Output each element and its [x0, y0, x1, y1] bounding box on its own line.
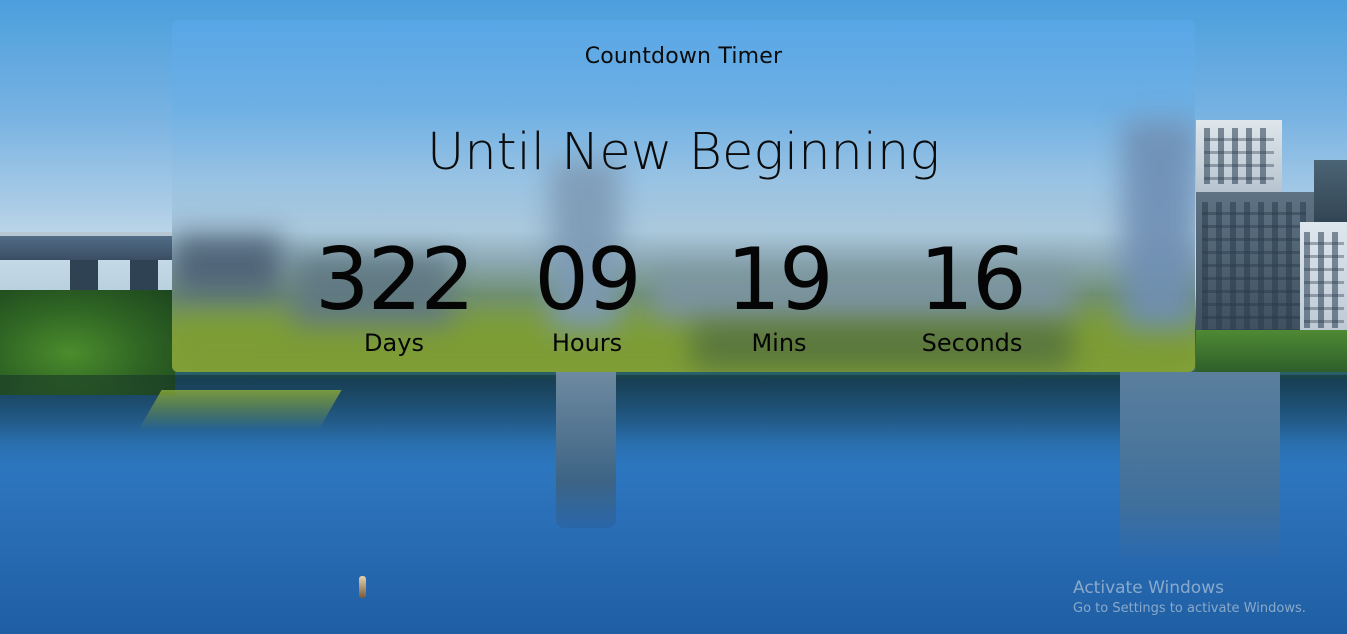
- countdown-card: Countdown Timer Until New Beginning 322 …: [172, 20, 1195, 372]
- countdown-headline: Until New Beginning: [427, 123, 940, 182]
- tower-reflection: [556, 372, 616, 528]
- countdown-mins: 19 Mins: [704, 230, 854, 358]
- seconds-label: Seconds: [921, 329, 1023, 357]
- buoy: [359, 576, 366, 598]
- mins-value: 19: [726, 230, 833, 330]
- building-reflection: [1120, 372, 1280, 562]
- building: [1196, 192, 1314, 340]
- seconds-value: 16: [919, 230, 1026, 330]
- bridge-rail: [0, 232, 172, 236]
- watermark-title: Activate Windows: [1073, 578, 1224, 598]
- building: [1314, 160, 1347, 224]
- watermark-subtitle: Go to Settings to activate Windows.: [1073, 601, 1306, 616]
- shore: [1196, 330, 1347, 372]
- countdown-hours: 09 Hours: [512, 230, 662, 358]
- building: [1300, 222, 1347, 334]
- days-label: Days: [364, 329, 424, 357]
- bridge: [0, 232, 172, 260]
- hours-value: 09: [534, 230, 641, 330]
- countdown-seconds: 16 Seconds: [892, 230, 1052, 358]
- card-title: Countdown Timer: [584, 44, 783, 69]
- building: [1196, 120, 1282, 192]
- water-reflection: [138, 390, 342, 430]
- background-scene: Countdown Timer Until New Beginning 322 …: [0, 0, 1347, 634]
- countdown-days: 322 Days: [304, 230, 484, 358]
- windows-activation-watermark: Activate Windows Go to Settings to activ…: [1073, 578, 1306, 620]
- days-value: 322: [314, 230, 475, 330]
- mins-label: Mins: [751, 329, 807, 357]
- hours-label: Hours: [551, 329, 623, 357]
